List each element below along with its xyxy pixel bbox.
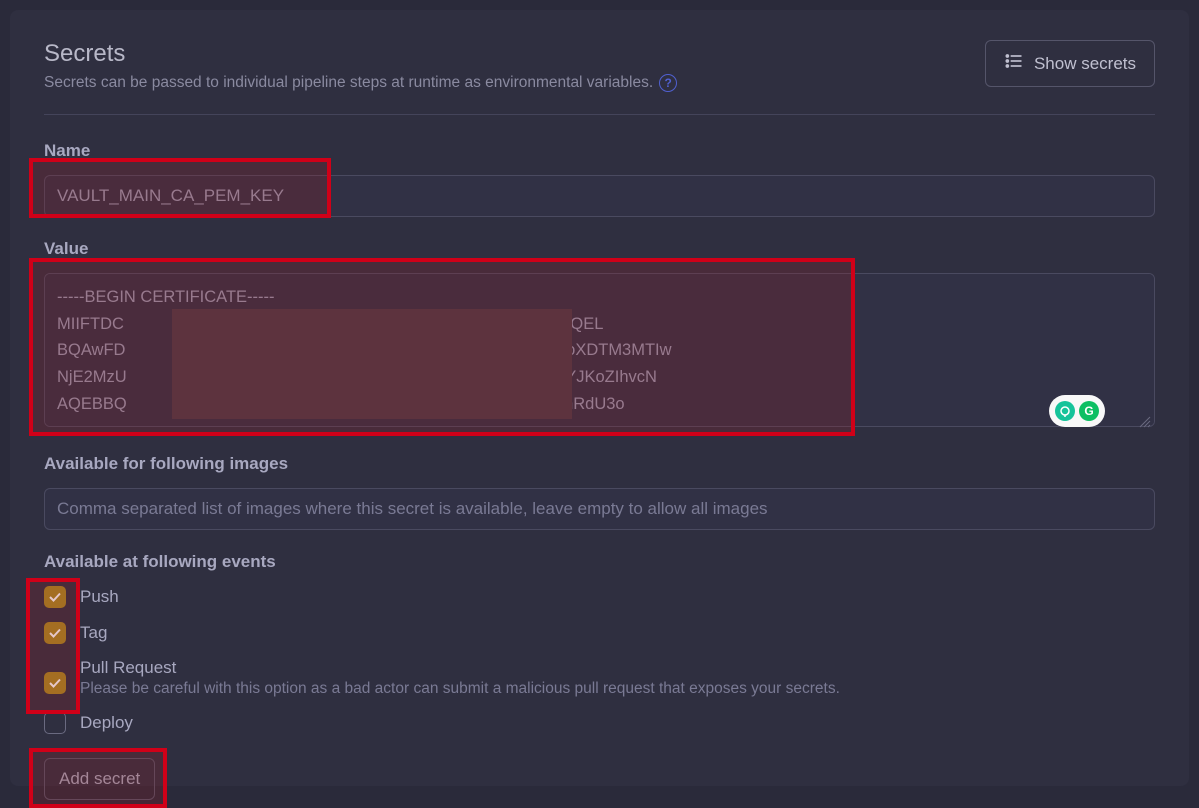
images-input[interactable] [44,488,1155,530]
event-row-pull-request: Pull Request Please be careful with this… [44,658,1155,698]
name-label: Name [44,141,1155,161]
name-field-group: Name [44,141,1155,217]
value-field-group: Value G [44,239,1155,432]
show-secrets-button[interactable]: Show secrets [985,40,1155,87]
value-label: Value [44,239,1155,259]
divider [44,114,1155,115]
add-secret-button[interactable]: Add secret [44,758,155,800]
pull-request-text: Pull Request Please be careful with this… [80,658,840,698]
checkbox-deploy[interactable] [44,712,66,734]
events-section: Available at following events Push Tag P… [44,552,1155,734]
events-label: Available at following events [44,552,1155,572]
grammarly-icon-1 [1055,401,1075,421]
images-field-group: Available for following images [44,454,1155,530]
add-button-wrap: Add secret [44,748,1155,800]
checkbox-label-deploy: Deploy [80,713,133,733]
header-text-block: Secrets Secrets can be passed to individ… [44,40,677,92]
event-row-push: Push [44,586,1155,608]
images-label: Available for following images [44,454,1155,474]
checkbox-pull-request[interactable] [44,672,66,694]
checkbox-sublabel-pr: Please be careful with this option as a … [80,680,840,698]
event-row-deploy: Deploy [44,712,1155,734]
name-input[interactable] [44,175,1155,217]
checkbox-tag[interactable] [44,622,66,644]
checkbox-push[interactable] [44,586,66,608]
grammarly-icon-2: G [1079,401,1099,421]
checkbox-label-tag: Tag [80,623,107,643]
header-row: Secrets Secrets can be passed to individ… [44,40,1155,92]
grammarly-widget[interactable]: G [1049,395,1105,427]
textarea-wrap: G [44,273,1155,432]
secrets-panel: Secrets Secrets can be passed to individ… [10,10,1189,786]
value-textarea[interactable] [44,273,1155,427]
list-icon [1004,51,1024,76]
checkbox-label-push: Push [80,587,119,607]
page-title: Secrets [44,40,677,68]
page-subtitle: Secrets can be passed to individual pipe… [44,74,677,92]
event-row-tag: Tag [44,622,1155,644]
help-icon[interactable]: ? [659,74,677,92]
resize-handle-icon[interactable] [1139,416,1151,428]
checkbox-label-pr: Pull Request [80,658,840,678]
